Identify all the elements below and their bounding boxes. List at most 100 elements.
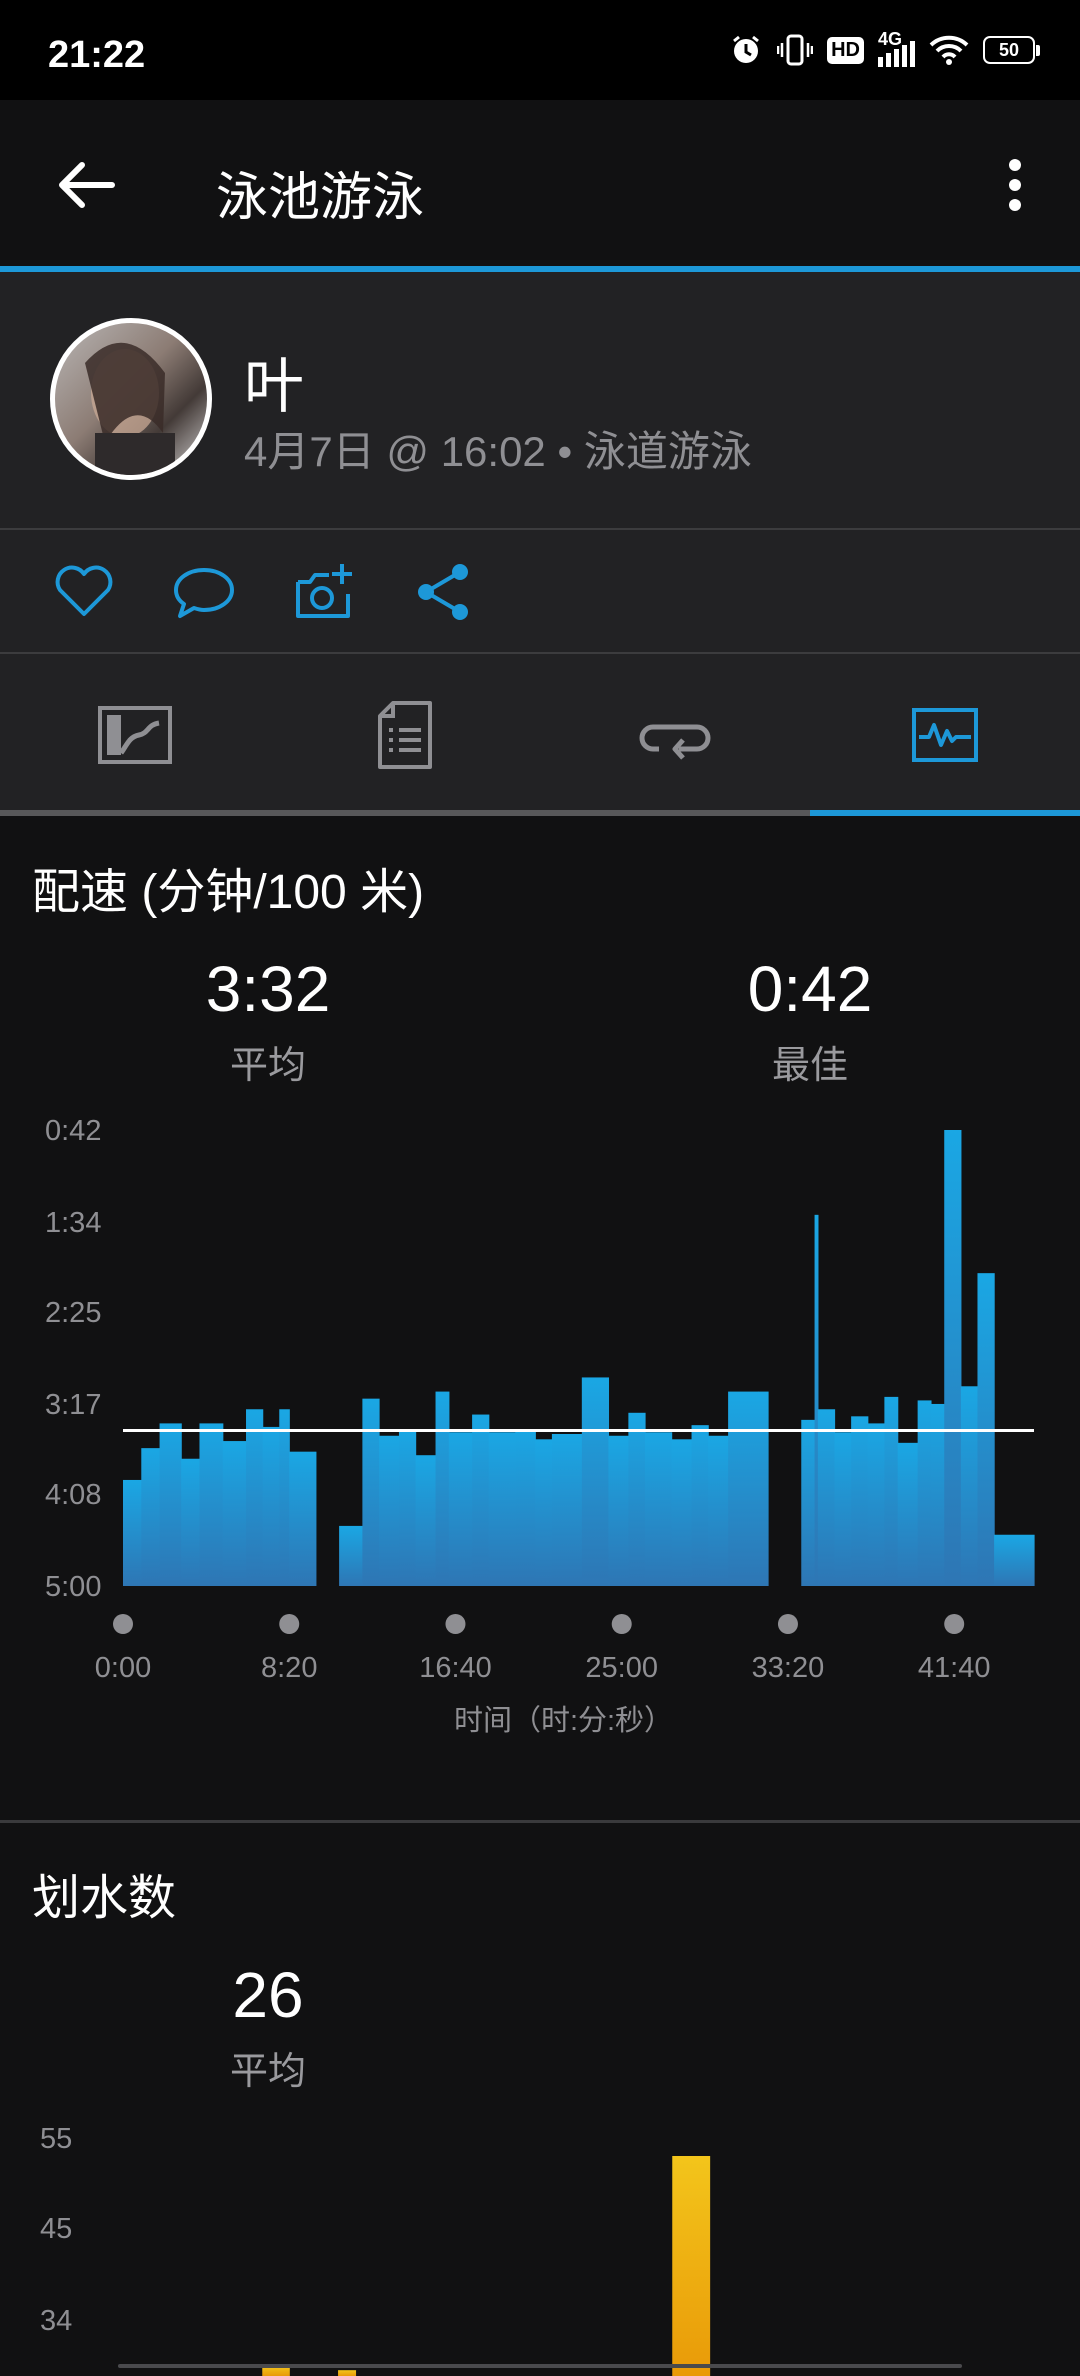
pace-bar (817, 1409, 836, 1586)
avatar-photo (85, 342, 175, 475)
pace-bar (691, 1425, 709, 1586)
pace-bar (608, 1435, 629, 1586)
hd-badge: HD (827, 36, 864, 64)
pace-bar (758, 1391, 769, 1586)
section-separator (0, 1820, 1080, 1823)
pace-bar (123, 1479, 142, 1586)
pace-x-tick-label: 25:00 (585, 1652, 658, 1684)
strokes-y-tick-label: 45 (40, 2213, 72, 2245)
page-title: 泳池游泳 (216, 169, 425, 227)
pace-bar (708, 1435, 729, 1586)
pace-y-tick-label: 0:42 (45, 1115, 101, 1147)
pace-bar (339, 1525, 363, 1586)
pace-x-tick-label: 41:40 (918, 1652, 991, 1684)
pace-bar (472, 1414, 490, 1586)
pace-bar (897, 1442, 919, 1586)
tab-laps[interactable] (540, 654, 810, 816)
pace-x-axis-title: 时间（时:分:秒） (454, 1704, 673, 1737)
pace-bar (448, 1432, 473, 1586)
pace-bar (362, 1398, 380, 1586)
pace-bar (415, 1455, 437, 1586)
pace-y-tick-label: 2:25 (45, 1297, 101, 1329)
pace-bar (994, 1534, 1035, 1586)
pace-title: 配速 (分钟/100 米) (32, 866, 425, 919)
pace-x-tick-dot (279, 1614, 300, 1634)
pace-y-tick-label: 1:34 (45, 1207, 101, 1239)
battery-level: 50 (983, 36, 1035, 64)
pace-bar (515, 1430, 536, 1586)
activity-header: 叶 4月7日 @ 16:02 • 泳道游泳 (0, 272, 1080, 528)
tab-indicator (810, 810, 1080, 816)
share-icon[interactable] (412, 560, 476, 624)
status-bar: 21:22 HD 4G 50 (0, 0, 1080, 100)
pace-x-tick-dot (777, 1614, 798, 1634)
pace-bar (644, 1432, 673, 1586)
pace-bar (884, 1396, 899, 1586)
pace-bar (222, 1441, 247, 1586)
heart-icon[interactable] (52, 560, 116, 624)
pace-bar (159, 1423, 182, 1586)
tab-details[interactable] (270, 654, 540, 816)
strokes-title: 划水数 (32, 1872, 177, 1925)
app-bar: 泳池游泳 (0, 100, 1080, 266)
pace-x-tick-label: 16:40 (419, 1652, 492, 1684)
strokes-y-tick-label: 34 (40, 2305, 72, 2337)
pace-bar (289, 1451, 317, 1586)
tab-charts[interactable] (810, 654, 1080, 816)
pace-avg-value: 3:32 (205, 953, 331, 1025)
wifi-icon (929, 35, 969, 65)
pace-x-tick-dot (445, 1614, 466, 1634)
strokes-y-tick-label: 55 (40, 2123, 72, 2155)
pace-chart: 0:42 1:34 2:25 3:17 4:08 5:00 0:00 8:20 16:40 25:… (45, 1115, 1035, 1737)
pace-bar (834, 1432, 852, 1586)
avatar[interactable] (50, 318, 212, 480)
tab-map[interactable] (0, 654, 270, 816)
pace-x-tick-label: 8:20 (261, 1652, 317, 1684)
pace-bar (628, 1412, 646, 1586)
pace-bar (379, 1435, 400, 1586)
activity-meta: 4月7日 @ 16:02 • 泳道游泳 (244, 428, 752, 475)
pace-bar (279, 1409, 290, 1586)
pace-x-tick-dot (611, 1614, 632, 1634)
laps-icon (639, 724, 711, 760)
action-bar (0, 530, 1080, 652)
pace-bar (262, 1426, 280, 1586)
pace-y-tick-label: 5:00 (45, 1571, 101, 1603)
arrow-left-icon[interactable] (50, 150, 120, 220)
pace-best-value: 0:42 (747, 953, 873, 1025)
tab-bar (0, 654, 1080, 816)
more-vert-icon[interactable] (985, 155, 1045, 215)
strokes-bar (338, 2370, 357, 2376)
pace-bar (960, 1386, 979, 1586)
network-type: 4G (878, 29, 903, 49)
pace-y-tick-label: 4:08 (45, 1479, 101, 1511)
pace-bar (801, 1419, 816, 1586)
vibrate-icon (777, 34, 814, 66)
add-photo-icon[interactable] (292, 560, 356, 624)
pace-bar (728, 1391, 759, 1586)
pace-avg-label: 平均 (229, 1045, 306, 1087)
pace-bar (944, 1130, 962, 1586)
strokes-chart: 55 45 34 (40, 2123, 962, 2376)
status-time: 21:22 (48, 34, 146, 76)
alarm-icon (733, 35, 760, 63)
pace-bar (671, 1439, 693, 1586)
pace-best-label: 最佳 (771, 1045, 848, 1087)
pace-x-tick-dot (113, 1614, 133, 1634)
user-name[interactable]: 叶 (244, 338, 304, 425)
pace-y-tick-label: 3:17 (45, 1389, 101, 1421)
pace-bar (398, 1430, 417, 1586)
pace-x-tick-label: 33:20 (752, 1652, 825, 1684)
comment-icon[interactable] (172, 560, 236, 624)
pace-bar (181, 1458, 201, 1586)
pace-bar (917, 1400, 932, 1586)
status-icons: HD 4G 50 (729, 29, 1040, 70)
details-icon (378, 701, 432, 769)
map-icon (98, 706, 172, 764)
pace-bar (867, 1423, 885, 1586)
pace-bar (141, 1448, 161, 1586)
charts-icon (912, 708, 978, 762)
signal-icon: 4G (878, 29, 915, 67)
pace-bar (435, 1391, 450, 1586)
pace-bar (551, 1434, 583, 1586)
